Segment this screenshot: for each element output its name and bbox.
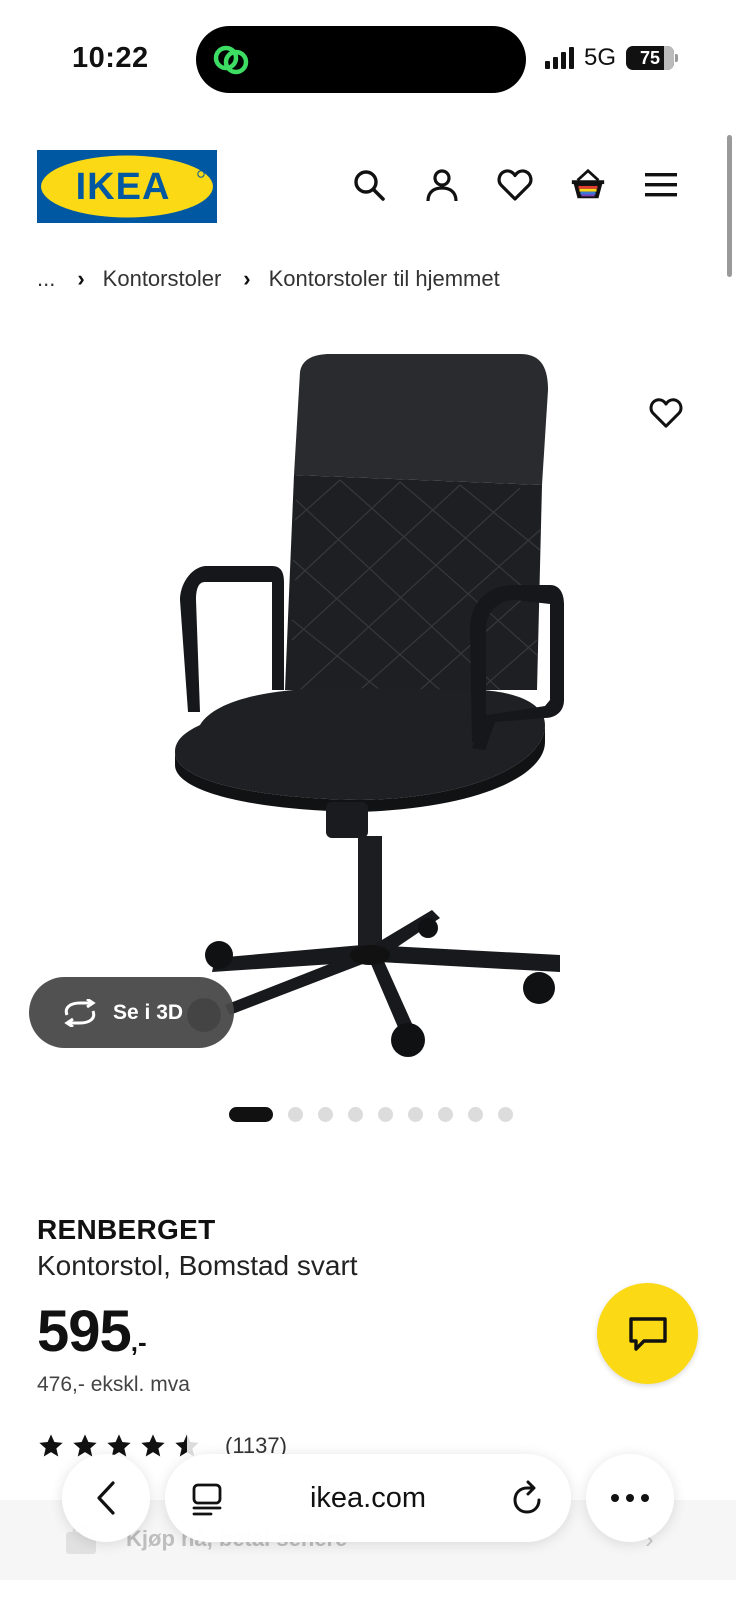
chevron-right-icon: › bbox=[243, 266, 251, 291]
view-in-3d-button[interactable]: Se i 3D bbox=[29, 977, 234, 1048]
breadcrumb: ... › Kontorstoler › Kontorstoler til hj… bbox=[37, 266, 500, 292]
gallery-dot[interactable] bbox=[229, 1107, 273, 1122]
gallery-dot[interactable] bbox=[498, 1107, 513, 1122]
gallery-dot[interactable] bbox=[318, 1107, 333, 1122]
breadcrumb-item-kontorstoler[interactable]: Kontorstoler bbox=[103, 266, 222, 292]
search-icon[interactable] bbox=[350, 166, 388, 204]
scrollbar[interactable] bbox=[727, 135, 732, 277]
logo-text: IKEA bbox=[76, 166, 171, 208]
network-label: 5G bbox=[583, 44, 616, 71]
price-value: 595 bbox=[37, 1299, 132, 1364]
chain-link-icon bbox=[213, 45, 249, 75]
header-actions bbox=[350, 166, 680, 204]
chevron-right-icon: › bbox=[77, 266, 85, 291]
status-bar: 10:22 5G 75 bbox=[0, 0, 736, 110]
heart-icon bbox=[649, 398, 683, 428]
profile-icon[interactable] bbox=[423, 166, 461, 204]
battery-icon: 75 bbox=[626, 46, 678, 70]
star-icon bbox=[39, 1434, 63, 1457]
status-indicators: 5G 75 bbox=[544, 44, 678, 72]
gallery-dot[interactable] bbox=[438, 1107, 453, 1122]
status-time: 10:22 bbox=[72, 42, 149, 74]
gallery-dot[interactable] bbox=[468, 1107, 483, 1122]
product-price: 595 ,- bbox=[37, 1298, 147, 1365]
menu-icon[interactable] bbox=[642, 166, 680, 204]
gallery-pagination[interactable] bbox=[229, 1107, 513, 1122]
basket-icon[interactable] bbox=[569, 166, 607, 204]
favourites-icon[interactable] bbox=[496, 166, 534, 204]
rotate-3d-icon bbox=[64, 998, 96, 1027]
more-icon bbox=[611, 1494, 649, 1502]
address-bar[interactable]: ikea.com bbox=[165, 1454, 571, 1542]
ikea-logo[interactable]: IKEA bbox=[37, 150, 217, 223]
price-excluding-vat: 476,- ekskl. mva bbox=[37, 1373, 190, 1396]
browser-back-button[interactable] bbox=[62, 1454, 150, 1542]
gallery-dot[interactable] bbox=[288, 1107, 303, 1122]
gallery-dot[interactable] bbox=[408, 1107, 423, 1122]
chat-icon bbox=[628, 1316, 667, 1351]
dynamic-island bbox=[196, 26, 526, 93]
product-description: Kontorstol, Bomstad svart bbox=[37, 1250, 358, 1281]
reload-icon[interactable] bbox=[511, 1480, 545, 1516]
view-3d-label: Se i 3D bbox=[113, 1000, 184, 1024]
browser-more-button[interactable] bbox=[586, 1454, 674, 1542]
gallery-dot[interactable] bbox=[378, 1107, 393, 1122]
breadcrumb-item-kontorstoler-hjemmet[interactable]: Kontorstoler til hjemmet bbox=[269, 266, 500, 292]
chat-button[interactable] bbox=[597, 1283, 698, 1384]
battery-level: 75 bbox=[639, 47, 661, 68]
gallery-dot[interactable] bbox=[348, 1107, 363, 1122]
signal-icon bbox=[544, 47, 574, 69]
breadcrumb-item-more[interactable]: ... bbox=[37, 266, 55, 292]
add-to-favourites-button[interactable] bbox=[637, 384, 695, 442]
product-image[interactable] bbox=[0, 352, 736, 1082]
chevron-left-icon bbox=[97, 1481, 115, 1515]
price-suffix: ,- bbox=[130, 1327, 147, 1357]
product-name: RENBERGET bbox=[37, 1214, 216, 1245]
star-icon bbox=[141, 1434, 165, 1457]
office-chair-image bbox=[175, 354, 564, 1057]
